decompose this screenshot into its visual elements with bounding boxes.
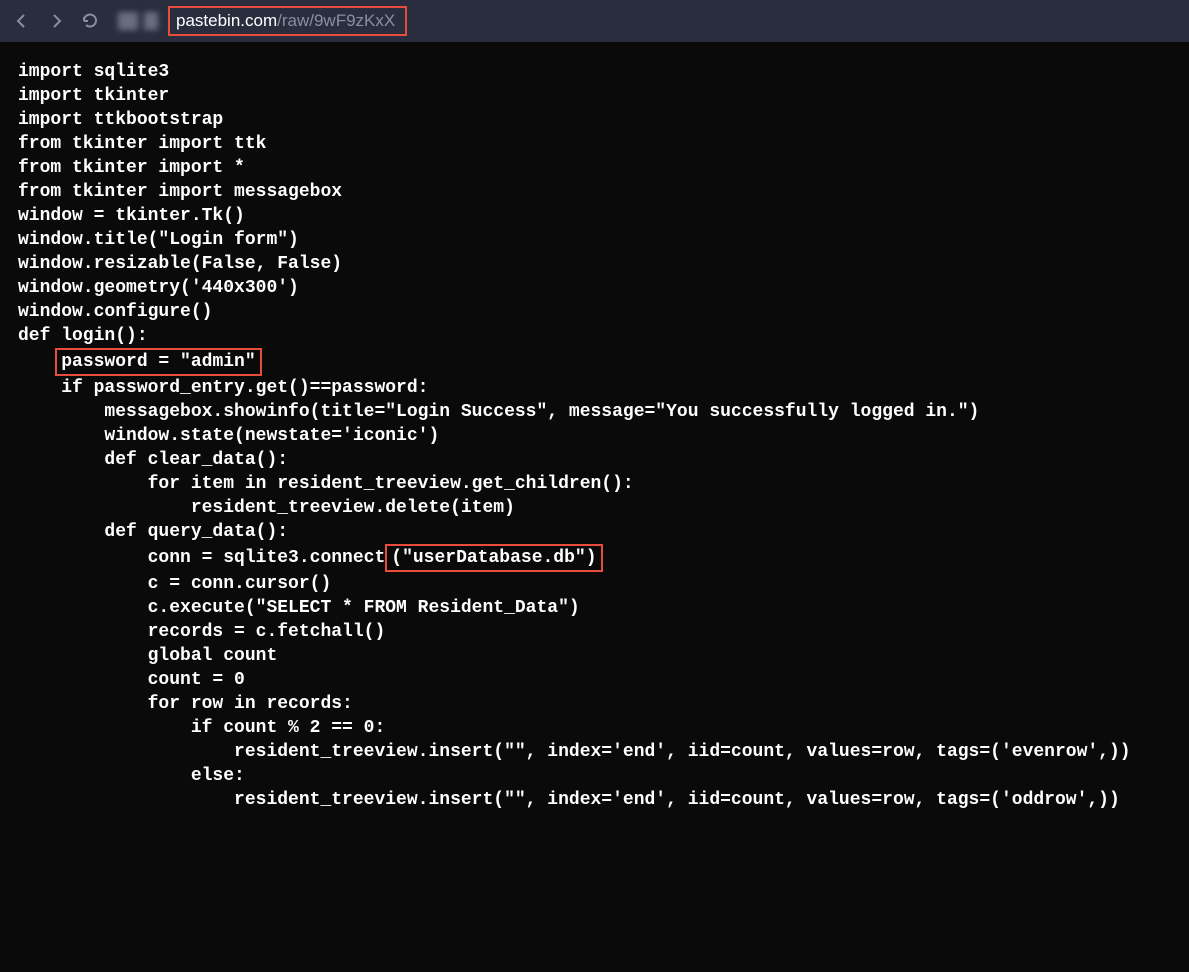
code-line: resident_treeview.insert("", index='end'… xyxy=(18,740,1171,764)
password-highlight: password = "admin" xyxy=(55,348,261,376)
code-line: count = 0 xyxy=(18,668,1171,692)
code-line: window.geometry('440x300') xyxy=(18,276,1171,300)
code-line: if count % 2 == 0: xyxy=(18,716,1171,740)
code-line: import sqlite3 xyxy=(18,60,1171,84)
code-line: window = tkinter.Tk() xyxy=(18,204,1171,228)
url-bar[interactable]: pastebin.com/raw/9wF9zKxX xyxy=(176,11,395,31)
database-highlight: ("userDatabase.db") xyxy=(385,544,602,572)
code-line: import tkinter xyxy=(18,84,1171,108)
code-line: for row in records: xyxy=(18,692,1171,716)
code-line: conn = sqlite3.connect("userDatabase.db"… xyxy=(18,544,1171,572)
url-path: /raw/9wF9zKxX xyxy=(277,11,395,30)
code-line: global count xyxy=(18,644,1171,668)
code-line: resident_treeview.insert("", index='end'… xyxy=(18,788,1171,812)
code-line: import ttkbootstrap xyxy=(18,108,1171,132)
code-line: for item in resident_treeview.get_childr… xyxy=(18,472,1171,496)
code-line: c.execute("SELECT * FROM Resident_Data") xyxy=(18,596,1171,620)
code-line: from tkinter import ttk xyxy=(18,132,1171,156)
code-content: import sqlite3 import tkinter import ttk… xyxy=(0,42,1189,830)
code-line: def login(): xyxy=(18,324,1171,348)
code-line: password = "admin" xyxy=(18,348,1171,376)
code-line: if password_entry.get()==password: xyxy=(18,376,1171,400)
url-host: pastebin.com xyxy=(176,11,277,30)
forward-button[interactable] xyxy=(46,11,66,31)
code-line: from tkinter import messagebox xyxy=(18,180,1171,204)
code-line: def clear_data(): xyxy=(18,448,1171,472)
code-line: records = c.fetchall() xyxy=(18,620,1171,644)
code-line: window.state(newstate='iconic') xyxy=(18,424,1171,448)
code-line: window.title("Login form") xyxy=(18,228,1171,252)
url-highlight-box: pastebin.com/raw/9wF9zKxX xyxy=(168,6,407,36)
code-line: messagebox.showinfo(title="Login Success… xyxy=(18,400,1171,424)
code-line: from tkinter import * xyxy=(18,156,1171,180)
security-icons xyxy=(118,12,158,30)
code-line: def query_data(): xyxy=(18,520,1171,544)
code-line: window.configure() xyxy=(18,300,1171,324)
code-line: window.resizable(False, False) xyxy=(18,252,1171,276)
back-button[interactable] xyxy=(12,11,32,31)
code-line: else: xyxy=(18,764,1171,788)
browser-toolbar: pastebin.com/raw/9wF9zKxX xyxy=(0,0,1189,42)
code-line: c = conn.cursor() xyxy=(18,572,1171,596)
code-line: resident_treeview.delete(item) xyxy=(18,496,1171,520)
reload-button[interactable] xyxy=(80,11,100,31)
